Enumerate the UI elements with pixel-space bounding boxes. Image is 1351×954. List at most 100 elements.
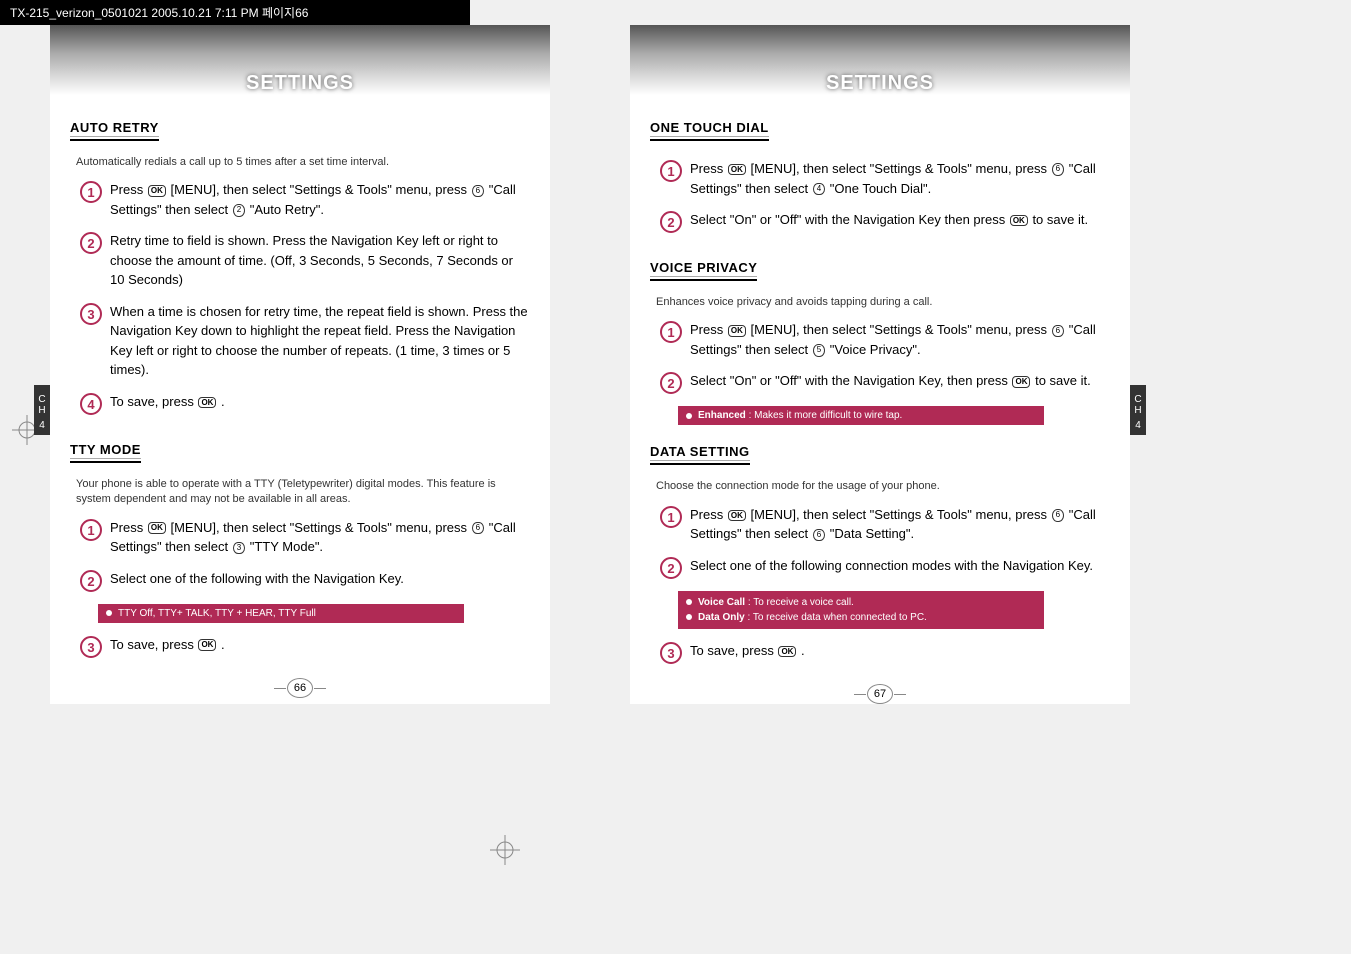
intro: Automatically redials a call up to 5 tim… — [76, 155, 530, 170]
step-4: 4 To save, press OK . — [80, 392, 530, 415]
step-number-icon: 1 — [80, 519, 102, 541]
info-text: Voice Call : To receive a voice call. — [698, 595, 854, 610]
registration-mark-bottom — [490, 835, 520, 865]
step-3: 3 When a time is chosen for retry time, … — [80, 302, 530, 380]
intro: Your phone is able to operate with a TTY… — [76, 477, 530, 508]
page-spread: C H 4 SETTINGS AUTO RETRY Automatically … — [0, 25, 1351, 704]
banner-right: SETTINGS — [630, 25, 1130, 95]
step-number-icon: 3 — [660, 642, 682, 664]
page-right: C H 4 SETTINGS ONE TOUCH DIAL 1 Press OK… — [630, 25, 1130, 704]
step-2: 2 Select "On" or "Off" with the Navigati… — [660, 210, 1110, 233]
svg-text:4: 4 — [87, 397, 95, 412]
step-3: 3 To save, press OK . — [80, 635, 530, 658]
step-2: 2 Select one of the following with the N… — [80, 569, 530, 592]
key-4-icon: 4 — [813, 183, 825, 195]
step-text: Press OK [MENU], then select "Settings &… — [690, 505, 1110, 544]
step-text: To save, press OK . — [690, 641, 805, 661]
step-text: Press OK [MENU], then select "Settings &… — [110, 180, 530, 219]
step-number-icon: 3 — [80, 636, 102, 658]
key-6-icon: 6 — [813, 529, 825, 541]
section-voice-privacy: VOICE PRIVACY Enhances voice privacy and… — [650, 245, 1110, 425]
key-3-icon: 3 — [233, 542, 245, 554]
step-text: Select "On" or "Off" with the Navigation… — [690, 371, 1091, 391]
step-number-icon: 1 — [660, 506, 682, 528]
svg-text:2: 2 — [667, 376, 674, 391]
section-title: ONE TOUCH DIAL — [650, 120, 769, 141]
banner-left: SETTINGS — [50, 25, 550, 95]
section-title: TTY MODE — [70, 442, 141, 463]
step-number-icon: 2 — [660, 211, 682, 233]
svg-text:3: 3 — [87, 640, 94, 655]
step-number-icon: 1 — [660, 160, 682, 182]
ok-icon: OK — [1012, 376, 1030, 388]
page-number: 67 — [650, 684, 1110, 704]
info-box: Enhanced : Makes it more difficult to wi… — [678, 406, 1044, 425]
svg-text:3: 3 — [667, 646, 674, 661]
step-text: Select one of the following connection m… — [690, 556, 1093, 576]
svg-text:1: 1 — [667, 164, 674, 179]
svg-text:2: 2 — [87, 574, 94, 589]
svg-text:1: 1 — [87, 185, 94, 200]
bullet-icon — [686, 413, 692, 419]
key-5-icon: 5 — [813, 344, 825, 356]
key-6-icon: 6 — [472, 185, 484, 197]
banner-title: SETTINGS — [246, 72, 354, 95]
ok-icon: OK — [728, 325, 746, 337]
step-2: 2 Retry time to field is shown. Press th… — [80, 231, 530, 290]
section-title: AUTO RETRY — [70, 120, 159, 141]
section-data-setting: DATA SETTING Choose the connection mode … — [650, 429, 1110, 663]
key-6-icon: 6 — [1052, 325, 1064, 337]
step-text: Select one of the following with the Nav… — [110, 569, 404, 589]
ok-icon: OK — [728, 164, 746, 176]
page-left: C H 4 SETTINGS AUTO RETRY Automatically … — [50, 25, 550, 704]
ok-icon: OK — [1010, 215, 1028, 227]
ok-icon: OK — [198, 639, 216, 651]
step-number-icon: 2 — [80, 570, 102, 592]
info-box: TTY Off, TTY+ TALK, TTY + HEAR, TTY Full — [98, 604, 464, 623]
ok-icon: OK — [728, 510, 746, 522]
svg-text:1: 1 — [667, 510, 674, 525]
info-text: Enhanced : Makes it more difficult to wi… — [698, 410, 902, 421]
banner-title: SETTINGS — [826, 72, 934, 95]
step-2: 2 Select one of the following connection… — [660, 556, 1110, 579]
step-text: To save, press OK . — [110, 635, 225, 655]
step-3: 3 To save, press OK . — [660, 641, 1110, 664]
page-number: 66 — [70, 678, 530, 698]
step-2: 2 Select "On" or "Off" with the Navigati… — [660, 371, 1110, 394]
step-number-icon: 2 — [80, 232, 102, 254]
step-text: When a time is chosen for retry time, th… — [110, 302, 530, 380]
info-text: Data Only : To receive data when connect… — [698, 610, 927, 625]
key-6-icon: 6 — [1052, 509, 1064, 521]
step-1: 1 Press OK [MENU], then select "Settings… — [660, 159, 1110, 198]
step-1: 1 Press OK [MENU], then select "Settings… — [660, 320, 1110, 359]
section-one-touch-dial: ONE TOUCH DIAL 1 Press OK [MENU], then s… — [650, 105, 1110, 233]
ok-icon: OK — [778, 646, 796, 658]
step-1: 1 Press OK [MENU], then select "Settings… — [80, 518, 530, 557]
step-number-icon: 3 — [80, 303, 102, 325]
section-title: DATA SETTING — [650, 444, 750, 465]
step-number-icon: 2 — [660, 372, 682, 394]
bullet-icon — [106, 610, 112, 616]
step-text: To save, press OK . — [110, 392, 225, 412]
intro: Enhances voice privacy and avoids tappin… — [656, 295, 1110, 310]
bullet-icon — [686, 614, 692, 620]
svg-text:2: 2 — [667, 561, 674, 576]
svg-text:2: 2 — [667, 215, 674, 230]
step-text: Select "On" or "Off" with the Navigation… — [690, 210, 1088, 230]
step-text: Retry time to field is shown. Press the … — [110, 231, 530, 290]
svg-text:2: 2 — [87, 236, 94, 251]
key-6-icon: 6 — [472, 522, 484, 534]
step-text: Press OK [MENU], then select "Settings &… — [110, 518, 530, 557]
ok-icon: OK — [148, 522, 166, 534]
step-number-icon: 4 — [80, 393, 102, 415]
key-6-icon: 6 — [1052, 163, 1064, 175]
step-number-icon: 2 — [660, 557, 682, 579]
section-tty-mode: TTY MODE Your phone is able to operate w… — [70, 427, 530, 658]
step-1: 1 Press OK [MENU], then select "Settings… — [660, 505, 1110, 544]
bullet-icon — [686, 599, 692, 605]
key-2-icon: 2 — [233, 204, 245, 216]
svg-text:3: 3 — [87, 307, 94, 322]
info-box: Voice Call : To receive a voice call. Da… — [678, 591, 1044, 629]
chapter-tab-left: C H 4 — [34, 385, 50, 435]
step-1: 1 Press OK [MENU], then select "Settings… — [80, 180, 530, 219]
